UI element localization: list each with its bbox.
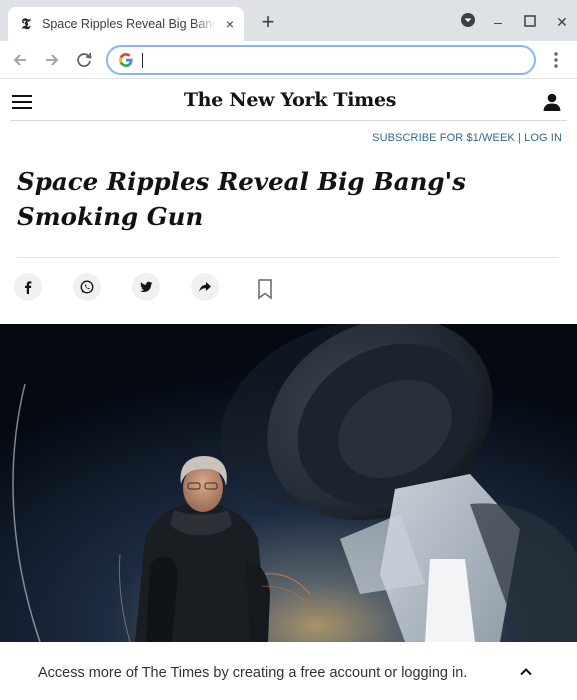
tab-title: Space Ripples Reveal Big Bang's Smoking … — [42, 17, 214, 31]
registration-banner[interactable]: Access more of The Times by creating a f… — [0, 642, 577, 700]
browser-tab-bar: 𝕿 Space Ripples Reveal Big Bang's Smokin… — [0, 0, 577, 41]
back-icon[interactable] — [9, 49, 31, 71]
chevron-up-icon[interactable] — [518, 665, 534, 677]
text-caret — [142, 53, 143, 68]
article-photo — [0, 324, 577, 642]
subscribe-login-link[interactable]: SUBSCRIBE FOR $1/WEEK | LOG IN — [330, 132, 562, 144]
whatsapp-share-button[interactable] — [73, 273, 101, 301]
twitter-icon — [140, 281, 153, 292]
address-input[interactable] — [142, 50, 522, 70]
browser-toolbar — [0, 41, 577, 79]
hamburger-menu-icon[interactable] — [12, 95, 32, 109]
address-bar[interactable] — [106, 45, 536, 75]
twitter-share-button[interactable] — [132, 273, 160, 301]
share-button[interactable] — [191, 273, 219, 301]
whatsapp-icon — [80, 280, 94, 294]
profile-dropdown-icon[interactable] — [458, 12, 478, 32]
minimize-icon[interactable]: – — [488, 12, 508, 32]
facebook-share-button[interactable] — [14, 273, 42, 301]
forward-icon[interactable] — [41, 49, 63, 71]
tab-title-fade — [194, 13, 216, 35]
nyt-favicon-icon: 𝕿 — [21, 15, 31, 33]
new-tab-icon[interactable]: + — [258, 11, 278, 33]
article-headline: Space Ripples Reveal Big Bang's Smoking … — [17, 167, 466, 231]
google-icon — [118, 52, 134, 68]
site-header: The New York Times — [10, 79, 567, 121]
browser-tab[interactable]: 𝕿 Space Ripples Reveal Big Bang's Smokin… — [8, 7, 244, 41]
facebook-icon — [25, 281, 32, 294]
nyt-logo[interactable]: The New York Times — [180, 89, 400, 111]
bookmark-icon[interactable] — [256, 278, 274, 300]
maximize-icon[interactable] — [520, 12, 540, 32]
share-arrow-icon — [199, 282, 211, 292]
banner-text: Access more of The Times by creating a f… — [38, 665, 468, 681]
tab-close-icon[interactable]: × — [221, 15, 239, 33]
headline-divider — [17, 257, 558, 258]
browser-menu-icon[interactable] — [548, 50, 564, 70]
close-window-icon[interactable]: ✕ — [552, 12, 572, 32]
reload-icon[interactable] — [73, 49, 95, 71]
account-icon[interactable] — [542, 93, 562, 111]
